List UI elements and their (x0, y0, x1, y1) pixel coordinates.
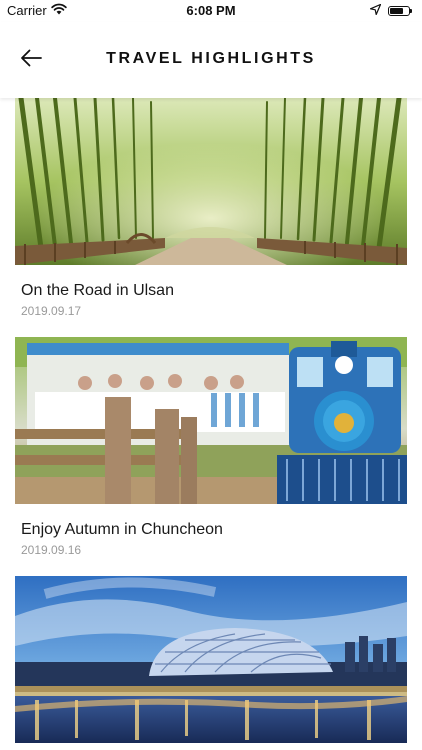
location-arrow-icon (369, 3, 382, 18)
post-card[interactable] (0, 576, 422, 750)
post-date: 2019.09.16 (21, 543, 82, 557)
battery-fill (390, 7, 403, 14)
screen: Carrier 6:08 PM TRAVEL HIGHLIGHTS On the… (0, 0, 422, 750)
battery-body (388, 5, 410, 16)
battery-cap (410, 8, 412, 13)
post-title: Enjoy Autumn in Chuncheon (21, 521, 223, 538)
post-image[interactable] (15, 576, 407, 743)
post-image[interactable] (15, 337, 407, 504)
status-bar: Carrier 6:08 PM (0, 0, 422, 22)
clock: 6:08 PM (186, 3, 236, 18)
status-right (369, 3, 412, 18)
post-card[interactable]: On the Road in Ulsan 2019.09.17 (0, 98, 422, 337)
page-title: TRAVEL HIGHLIGHTS (106, 50, 316, 67)
nav-bar: TRAVEL HIGHLIGHTS (0, 22, 422, 98)
highlights-feed[interactable]: On the Road in Ulsan 2019.09.17 Enjoy Au… (0, 98, 422, 750)
post-image[interactable] (15, 98, 407, 265)
post-date: 2019.09.17 (21, 304, 82, 318)
post-card[interactable]: Enjoy Autumn in Chuncheon 2019.09.16 (0, 337, 422, 576)
battery-icon (388, 5, 412, 16)
post-title: On the Road in Ulsan (21, 282, 174, 299)
